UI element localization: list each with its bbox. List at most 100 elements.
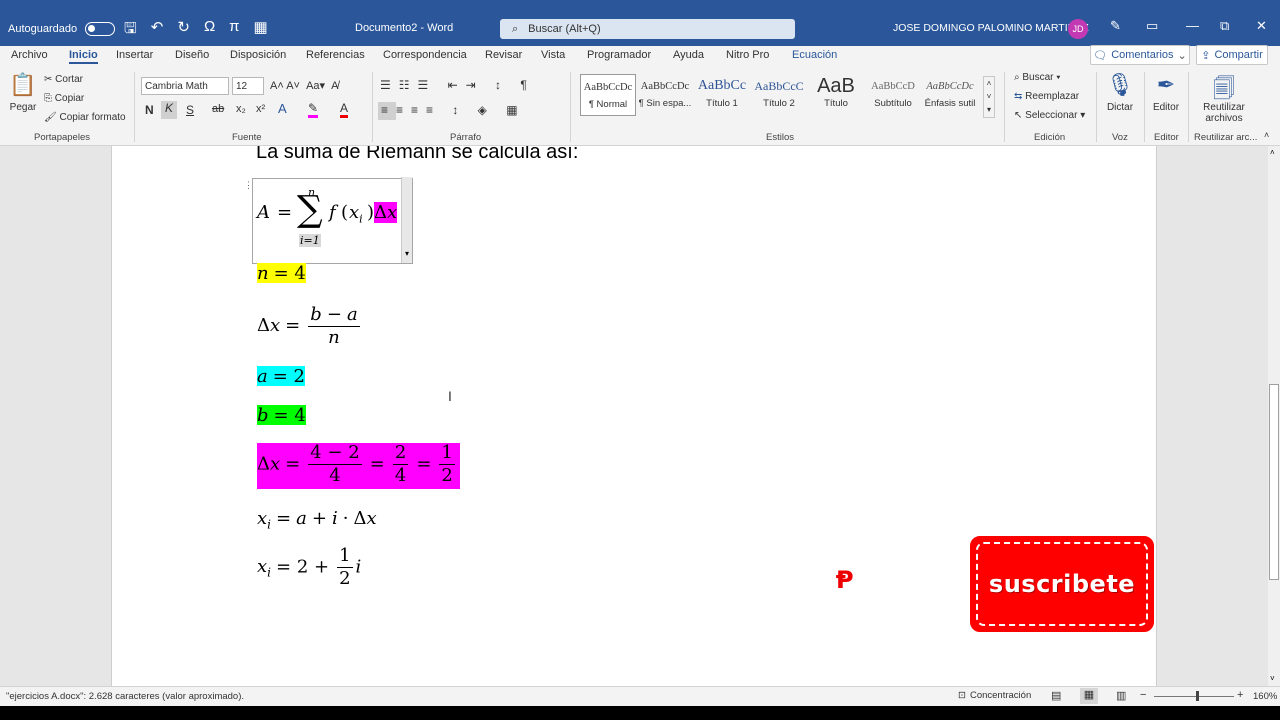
- tab-ayuda[interactable]: Ayuda: [673, 49, 704, 61]
- superscript-icon[interactable]: x²: [256, 103, 265, 115]
- tab-correspondencia[interactable]: Correspondencia: [383, 49, 467, 61]
- style-subtle-emphasis[interactable]: AaBbCcDc Énfasis sutil: [922, 74, 978, 116]
- style-preview: AaBbCcDc: [640, 80, 690, 92]
- highlight-icon[interactable]: ✎: [308, 101, 319, 118]
- paste-button[interactable]: 📋 Pegar: [8, 72, 38, 113]
- redo-icon[interactable]: ↻: [177, 18, 190, 43]
- font-size-select[interactable]: 12: [232, 77, 264, 95]
- divider: [1096, 72, 1097, 142]
- zoom-slider[interactable]: [1154, 696, 1234, 697]
- table-icon[interactable]: ▦: [254, 18, 268, 43]
- tab-revisar[interactable]: Revisar: [485, 49, 522, 61]
- scrollbar-thumb[interactable]: [1269, 384, 1279, 580]
- equation-options-chevron[interactable]: ▾: [401, 177, 412, 263]
- pi-icon[interactable]: π: [229, 18, 239, 43]
- restore-icon[interactable]: ⧉: [1220, 18, 1229, 34]
- cut-button[interactable]: ✂ Cortar: [44, 74, 83, 85]
- list-icons[interactable]: ☰☷☰ ⇤⇥ ↕ ¶: [380, 78, 535, 92]
- undo-icon[interactable]: ↶: [151, 18, 164, 43]
- read-mode-icon[interactable]: ▤: [1051, 689, 1061, 702]
- clipboard-icon: 📋: [9, 72, 37, 97]
- close-icon[interactable]: ✕: [1256, 18, 1267, 34]
- format-painter-button[interactable]: 🖌 Copiar formato: [44, 112, 126, 123]
- dictate-button[interactable]: 🎙 Dictar: [1104, 72, 1136, 113]
- bold-icon[interactable]: N: [145, 103, 154, 117]
- autosave-control[interactable]: Autoguardado: [8, 20, 116, 38]
- tab-nitro-pro[interactable]: Nitro Pro: [726, 49, 769, 61]
- style-subtitle[interactable]: AaBbCcD Subtítulo: [865, 74, 921, 116]
- subscript-icon[interactable]: x₂: [236, 103, 246, 115]
- comments-button[interactable]: 🗨 Comentarios ⌄: [1090, 45, 1190, 65]
- zoom-in-icon[interactable]: +: [1237, 689, 1243, 701]
- tab-archivo[interactable]: Archivo: [11, 49, 48, 61]
- style-preview: AaBbCcD: [871, 80, 915, 92]
- collapse-ribbon-icon[interactable]: ˄: [1264, 130, 1269, 140]
- style-title[interactable]: AaB Título: [808, 74, 864, 116]
- font-grow-shrink-icons[interactable]: A˄ A˅ Aa▾ A̸: [270, 79, 339, 92]
- copy-label: Copiar: [54, 93, 85, 104]
- autosave-toggle[interactable]: [85, 22, 116, 36]
- ribbon-display-icon[interactable]: ▭: [1146, 18, 1158, 34]
- style-preview: AaBbCc: [697, 78, 747, 93]
- copy-button[interactable]: ⎘ Copiar: [44, 93, 84, 104]
- character-count[interactable]: "ejercicios A.docx": 2.628 caracteres (v…: [6, 691, 244, 702]
- tab-diseno[interactable]: Diseño: [175, 49, 209, 61]
- xi-formula: xi = 2 + 12i: [257, 545, 362, 589]
- cut-label: Cortar: [55, 74, 83, 85]
- italic-icon[interactable]: K: [161, 101, 177, 119]
- zoom-level[interactable]: 160%: [1253, 691, 1277, 702]
- web-layout-icon[interactable]: ▥: [1116, 689, 1126, 702]
- editor-button[interactable]: ✒ Editor: [1150, 72, 1182, 113]
- document-title: Documento2 - Word: [355, 22, 454, 34]
- style-heading-2[interactable]: AaBbCcC Título 2: [751, 74, 807, 116]
- paste-label: Pegar: [9, 102, 37, 113]
- tab-programador[interactable]: Programador: [587, 49, 651, 61]
- delta-x-calculation: Δx = 4 − 24 = 24 = 12: [257, 442, 460, 489]
- style-name: ¶ Sin espa...: [638, 98, 692, 109]
- tab-disposicion[interactable]: Disposición: [230, 49, 286, 61]
- pen-icon[interactable]: ✎: [1110, 18, 1121, 34]
- replace-button[interactable]: ⇆ Reemplazar: [1014, 91, 1079, 102]
- reuse-files-button[interactable]: 🗐 Reutilizar archivos: [1198, 72, 1250, 124]
- style-normal[interactable]: AaBbCcDc ¶ Normal: [580, 74, 636, 116]
- save-icon[interactable]: 🖫: [124, 18, 137, 43]
- share-button[interactable]: ⇪ Compartir: [1196, 45, 1268, 65]
- minimize-icon[interactable]: —: [1186, 18, 1199, 33]
- zoom-slider-thumb[interactable]: [1196, 691, 1199, 701]
- focus-label: Concentración: [969, 690, 1032, 701]
- tab-referencias[interactable]: Referencias: [306, 49, 365, 61]
- tab-vista[interactable]: Vista: [541, 49, 565, 61]
- vertical-scrollbar[interactable]: ˄ ˅: [1268, 146, 1280, 686]
- align-icons[interactable]: ≡≡≡≡ ↕ ◈ ▦: [381, 103, 526, 117]
- styles-scroll[interactable]: ˄ ˅ ▾: [983, 76, 995, 118]
- divider: [1188, 72, 1189, 142]
- zoom-out-icon[interactable]: −: [1140, 689, 1146, 701]
- scroll-up-icon[interactable]: ˄: [1270, 148, 1275, 157]
- style-preview: AaBbCcC: [754, 78, 804, 93]
- tab-ecuacion[interactable]: Ecuación: [792, 49, 837, 61]
- font-name-select[interactable]: Cambria Math: [141, 77, 229, 95]
- style-preview: AaBbCcDc: [926, 80, 974, 92]
- font-group-label: Fuente: [232, 132, 262, 143]
- equation-handle-icon[interactable]: ⋮: [244, 180, 253, 191]
- underline-icon[interactable]: S: [186, 103, 194, 117]
- reuse-label-2: archivos: [1205, 113, 1243, 124]
- find-button[interactable]: ⌕ Buscar ▾: [1014, 72, 1061, 83]
- format-painter-label: Copiar formato: [59, 112, 126, 123]
- chevron-down-icon: ⌄: [1177, 49, 1187, 62]
- select-button[interactable]: ↖ Seleccionar ▾: [1014, 110, 1085, 121]
- tab-inicio[interactable]: Inicio: [69, 49, 98, 64]
- tab-insertar[interactable]: Insertar: [116, 49, 153, 61]
- font-color-icon[interactable]: A: [340, 101, 349, 118]
- text-effects-icon[interactable]: A: [278, 101, 287, 116]
- style-heading-1[interactable]: AaBbCc Título 1: [694, 74, 750, 116]
- print-layout-icon[interactable]: ▦: [1080, 688, 1098, 704]
- avatar[interactable]: JD: [1068, 19, 1088, 39]
- strikethrough-icon[interactable]: ab: [212, 103, 224, 115]
- search-box[interactable]: ⌕ Buscar (Alt+Q): [500, 19, 795, 39]
- shape-icon[interactable]: Ω: [204, 18, 215, 43]
- focus-mode-button[interactable]: ⊡ Concentración: [958, 690, 1031, 701]
- scroll-down-icon[interactable]: ˅: [1270, 674, 1275, 683]
- subscribe-button[interactable]: suscribete: [970, 536, 1154, 632]
- style-no-spacing[interactable]: AaBbCcDc ¶ Sin espa...: [637, 74, 693, 116]
